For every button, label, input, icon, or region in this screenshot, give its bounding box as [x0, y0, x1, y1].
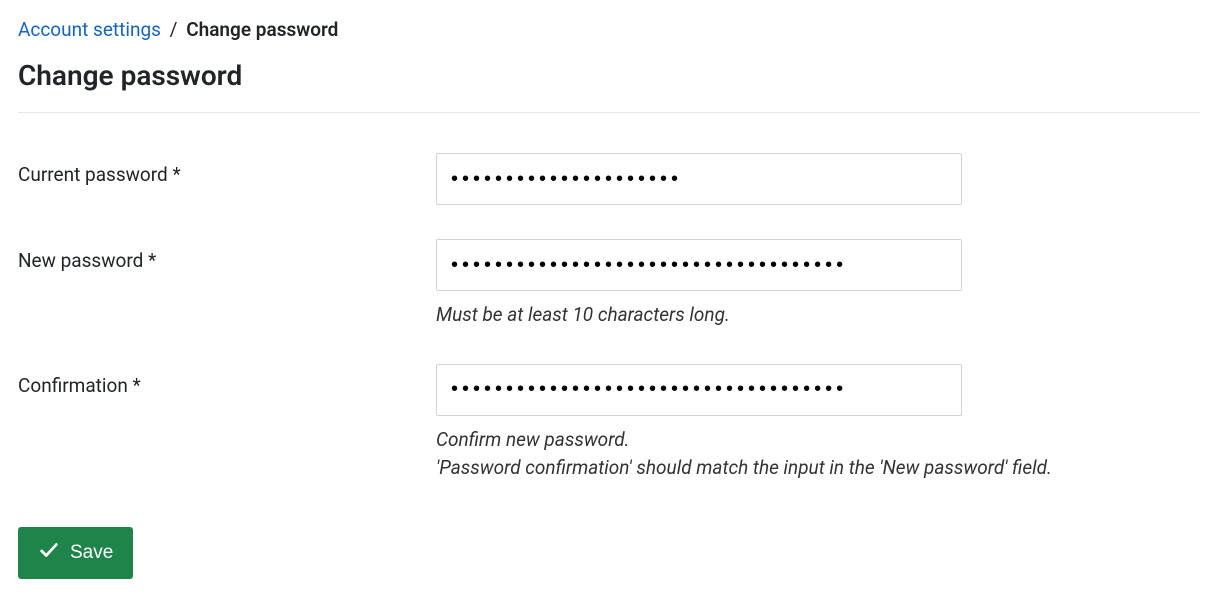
confirmation-input[interactable] — [436, 364, 962, 416]
help-confirmation-line2: 'Password confirmation' should match the… — [436, 456, 1052, 479]
help-confirmation: Confirm new password. 'Password confirma… — [436, 426, 1052, 483]
help-new-password: Must be at least 10 characters long. — [436, 301, 962, 330]
row-confirmation: Confirmation * Confirm new password. 'Pa… — [18, 364, 1200, 483]
page-title: Change password — [18, 59, 1200, 92]
current-password-input[interactable] — [436, 153, 962, 205]
divider — [18, 112, 1200, 113]
breadcrumb: Account settings / Change password — [18, 18, 1200, 41]
check-icon — [38, 539, 60, 567]
new-password-input[interactable] — [436, 239, 962, 291]
label-current-password: Current password * — [18, 163, 181, 186]
label-confirmation: Confirmation * — [18, 374, 141, 397]
label-new-password: New password * — [18, 249, 156, 272]
breadcrumb-current: Change password — [186, 18, 338, 41]
row-new-password: New password * Must be at least 10 chara… — [18, 239, 1200, 330]
row-current-password: Current password * — [18, 153, 1200, 205]
help-confirmation-line1: Confirm new password. — [436, 428, 630, 451]
save-button[interactable]: Save — [18, 527, 133, 579]
save-button-label: Save — [70, 542, 113, 564]
breadcrumb-separator: / — [170, 18, 178, 41]
breadcrumb-parent-link[interactable]: Account settings — [18, 18, 161, 41]
change-password-form: Current password * New password * Must b… — [18, 153, 1200, 579]
